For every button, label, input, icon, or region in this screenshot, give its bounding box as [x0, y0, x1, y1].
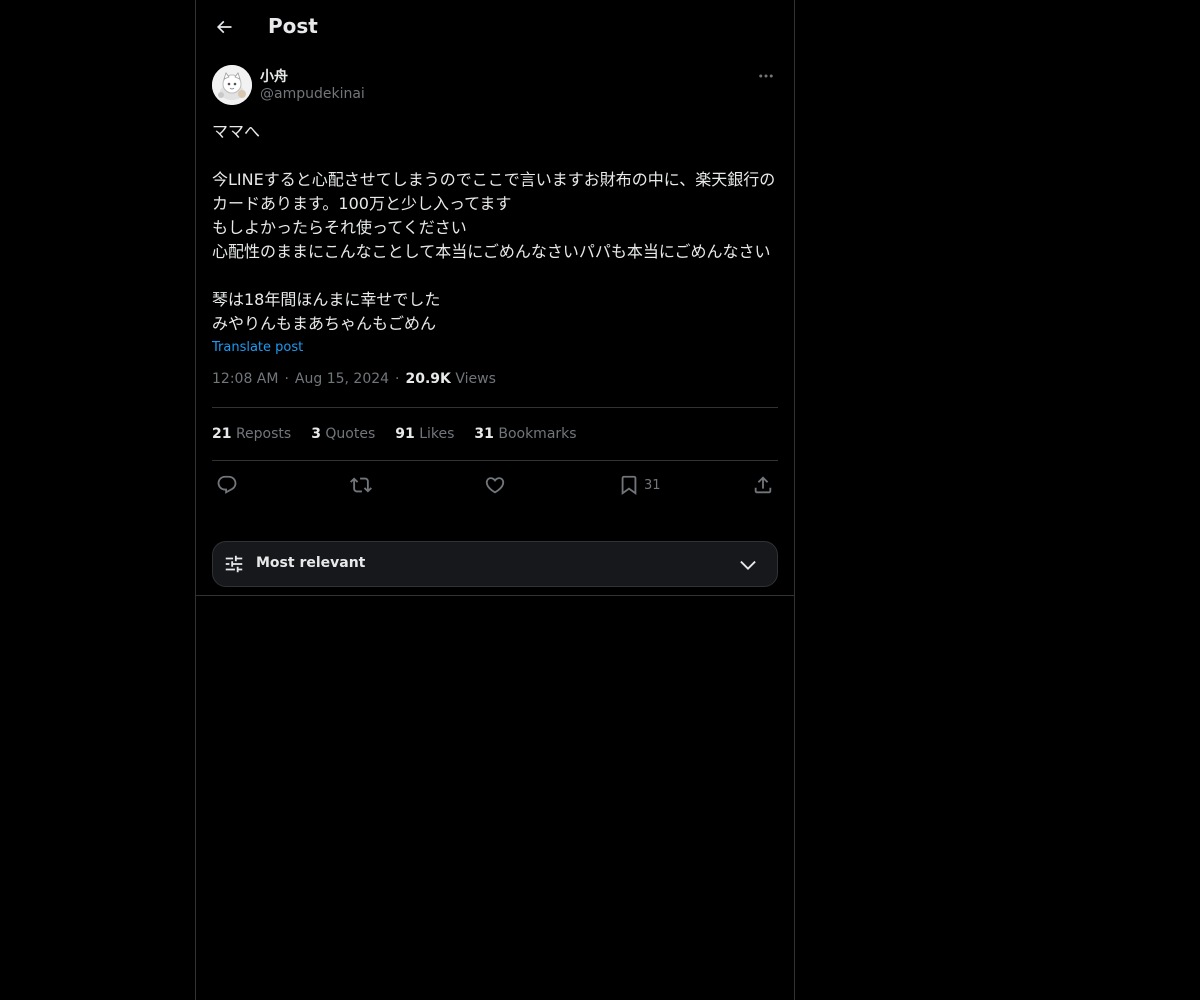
chevron-down-icon	[740, 560, 756, 570]
author-handle[interactable]: @ampudekinai	[260, 86, 365, 102]
reposts-stat[interactable]: 21 Reposts	[212, 426, 291, 442]
page-header: Post	[196, 0, 794, 54]
repost-button[interactable]	[350, 473, 372, 497]
back-button[interactable]	[208, 11, 240, 43]
meta-separator: ·	[395, 371, 400, 387]
sliders-icon	[225, 555, 243, 573]
action-bar: 31	[212, 461, 778, 509]
post-stats: 21 Reposts 3 Quotes 91 Likes 31 Bookmark…	[212, 408, 778, 460]
like-icon	[485, 477, 505, 494]
author-display-name[interactable]: 小舟	[260, 66, 288, 86]
main-column: Post 小舟 @ampudekinai ママへ 今LINEすると心配させてしま…	[195, 0, 795, 1000]
sort-label: Most relevant	[256, 555, 366, 571]
bookmark-button[interactable]: 31	[618, 473, 661, 497]
post-text: ママへ 今LINEすると心配させてしまうのでここで言いますお財布の中に、楽天銀行…	[212, 122, 776, 333]
likes-count: 91	[395, 426, 415, 442]
share-button[interactable]	[752, 473, 774, 497]
reply-button[interactable]	[216, 473, 238, 497]
quotes-count: 3	[311, 426, 321, 442]
more-horizontal-icon	[759, 74, 773, 78]
post-date[interactable]: Aug 15, 2024	[295, 371, 389, 387]
reposts-count: 21	[212, 426, 232, 442]
bookmark-icon	[621, 475, 637, 496]
quotes-label: Quotes	[325, 426, 376, 442]
author-row: 小舟 @ampudekinai	[212, 64, 778, 108]
bookmarks-count: 31	[474, 426, 494, 442]
arrow-left-icon	[216, 20, 232, 34]
meta-separator: ·	[284, 371, 289, 387]
likes-label: Likes	[419, 426, 455, 442]
reply-icon	[217, 475, 237, 494]
share-icon	[754, 476, 772, 494]
reply-sort-dropdown[interactable]: Most relevant	[212, 541, 778, 587]
translate-post-link[interactable]: Translate post	[212, 340, 303, 355]
quotes-stat[interactable]: 3 Quotes	[311, 426, 375, 442]
bookmarks-label: Bookmarks	[498, 426, 577, 442]
avatar-image	[212, 65, 252, 105]
repost-icon	[350, 477, 372, 493]
avatar[interactable]	[212, 65, 252, 105]
reposts-label: Reposts	[235, 426, 292, 442]
views-count: 20.9K	[405, 371, 451, 387]
bookmark-count: 31	[644, 477, 661, 493]
section-divider	[196, 595, 794, 596]
page-title: Post	[268, 14, 318, 38]
likes-stat[interactable]: 91 Likes	[395, 426, 454, 442]
like-button[interactable]	[484, 473, 506, 497]
post-time[interactable]: 12:08 AM	[212, 371, 278, 387]
bookmarks-stat[interactable]: 31 Bookmarks	[474, 426, 576, 442]
post-meta: 12:08 AM · Aug 15, 2024 · 20.9K Views	[212, 371, 778, 391]
more-options-button[interactable]	[754, 64, 778, 88]
views-label: Views	[455, 371, 496, 387]
post: 小舟 @ampudekinai ママへ 今LINEすると心配させてしまうのでここ…	[212, 64, 778, 509]
